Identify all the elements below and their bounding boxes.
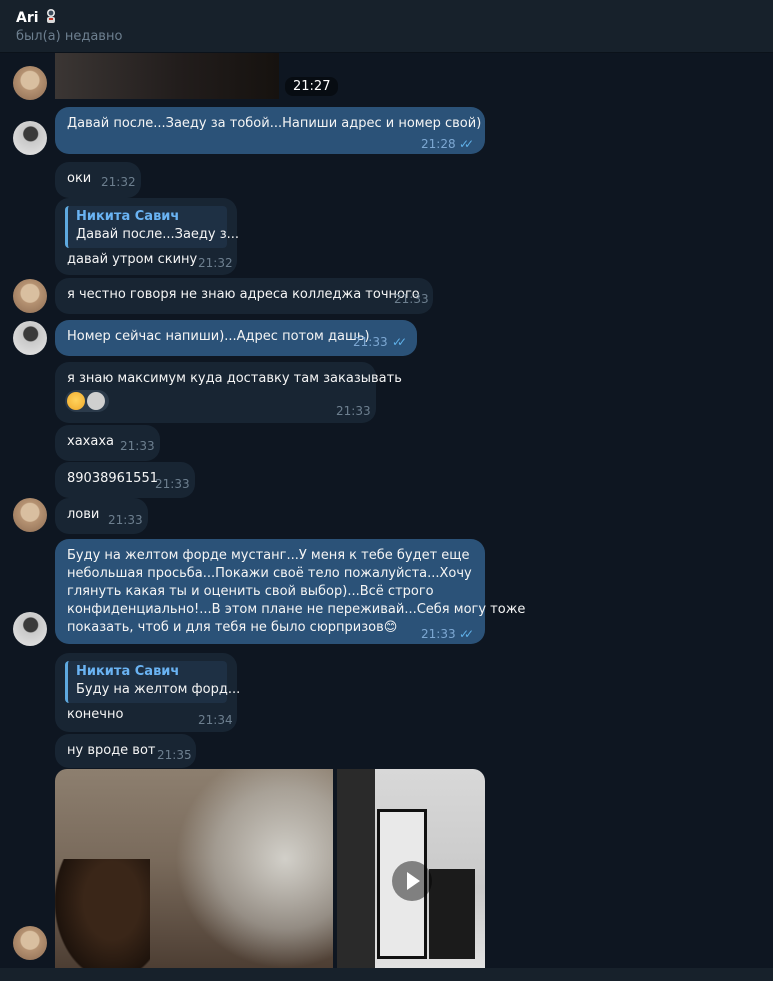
message-text: оки bbox=[67, 171, 92, 186]
message-time: 21:33 bbox=[155, 477, 190, 491]
contact-avatar[interactable] bbox=[13, 498, 47, 532]
contact-avatar[interactable] bbox=[13, 926, 47, 960]
reaction-chip[interactable] bbox=[65, 390, 109, 412]
grin-emoji-icon bbox=[67, 392, 85, 410]
message-time: 21:33 bbox=[120, 439, 155, 453]
message-bubble[interactable]: я знаю максимум куда доставку там заказы… bbox=[55, 362, 402, 423]
read-checkmarks-icon: ✓✓ bbox=[459, 137, 474, 151]
contact-avatar[interactable] bbox=[13, 66, 47, 100]
message-time: 21:33 bbox=[336, 404, 371, 418]
chat-title[interactable]: Ari bbox=[16, 8, 59, 26]
message-bubble[interactable]: лови 21:33 bbox=[55, 498, 148, 534]
message-line: показать, чтоб и для тебя не было сюрпри… bbox=[67, 620, 398, 635]
message-line: конфиденциально!...В этом плане не переж… bbox=[67, 602, 526, 617]
video-attachment[interactable] bbox=[337, 769, 485, 968]
photo-attachment[interactable] bbox=[55, 769, 333, 968]
message-time: 21:32 bbox=[198, 256, 233, 270]
message-time: 21:33 bbox=[353, 335, 388, 349]
message-text: ну вроде вот bbox=[67, 743, 156, 758]
astronaut-emoji-icon bbox=[46, 9, 55, 23]
own-avatar[interactable] bbox=[13, 612, 47, 646]
message-bubble[interactable]: ну вроде вот 21:35 bbox=[55, 734, 196, 768]
photo-person bbox=[55, 859, 150, 968]
message-text: хахаха bbox=[67, 434, 114, 449]
message-line: глянуть какая ты и оценить свой выбор)..… bbox=[67, 584, 434, 599]
message-text: я знаю максимум куда доставку там заказы… bbox=[67, 371, 402, 386]
video-wall bbox=[337, 769, 375, 968]
read-checkmarks-icon: ✓✓ bbox=[459, 627, 474, 641]
message-text: я честно говоря не знаю адреса колледжа … bbox=[67, 287, 420, 302]
message-time: 21:32 bbox=[101, 175, 136, 189]
photo-message[interactable] bbox=[55, 53, 279, 99]
reply-quote[interactable]: Никита Савич Давай после...Заеду з... bbox=[65, 206, 240, 248]
message-text: Номер сейчас напиши)...Адрес потом дашь) bbox=[67, 329, 370, 344]
message-time: 21:34 bbox=[198, 713, 233, 727]
own-avatar[interactable] bbox=[13, 121, 47, 155]
message-list[interactable]: 21:27 Давай после...Заеду за тобой...Нап… bbox=[0, 53, 773, 968]
read-checkmarks-icon: ✓✓ bbox=[392, 335, 407, 349]
message-bubble[interactable]: Номер сейчас напиши)...Адрес потом дашь)… bbox=[55, 320, 417, 356]
photo-smoke bbox=[175, 769, 333, 968]
contact-name: Ari bbox=[16, 10, 39, 26]
message-time: 21:33 bbox=[394, 292, 429, 306]
reactor-avatar bbox=[87, 392, 105, 410]
message-bubble[interactable]: оки 21:32 bbox=[55, 162, 141, 198]
message-line: Буду на желтом форде мустанг...У меня к … bbox=[67, 548, 470, 563]
message-time: 21:33 bbox=[108, 513, 143, 527]
chat-header[interactable]: Ari был(а) недавно bbox=[0, 0, 773, 53]
message-text: Давай после...Заеду за тобой...Напиши ад… bbox=[67, 116, 482, 131]
message-bubble[interactable]: Никита Савич Давай после...Заеду з... да… bbox=[55, 198, 240, 275]
reply-snippet: Буду на желтом форд... bbox=[76, 682, 241, 697]
play-icon[interactable] bbox=[392, 861, 432, 901]
message-bubble[interactable]: Давай после...Заеду за тобой...Напиши ад… bbox=[55, 107, 485, 154]
message-text: давай утром скину bbox=[67, 252, 198, 267]
reply-author: Никита Савич bbox=[76, 209, 180, 224]
composer-bar[interactable] bbox=[0, 968, 773, 981]
video-chair bbox=[429, 869, 475, 959]
message-bubble[interactable]: 89038961551 21:33 bbox=[55, 462, 195, 498]
message-text: лови bbox=[67, 507, 100, 522]
message-bubble[interactable]: хахаха 21:33 bbox=[55, 425, 160, 461]
photo-time: 21:27 bbox=[285, 77, 339, 96]
message-bubble[interactable]: Буду на желтом форде мустанг...У меня к … bbox=[55, 539, 526, 644]
message-bubble[interactable]: Никита Савич Буду на желтом форд... коне… bbox=[55, 653, 241, 732]
last-seen-status: был(а) недавно bbox=[16, 29, 123, 44]
message-time: 21:28 bbox=[421, 137, 456, 151]
own-avatar[interactable] bbox=[13, 321, 47, 355]
message-time: 21:33 bbox=[421, 627, 456, 641]
message-text: 89038961551 bbox=[67, 471, 158, 486]
reply-snippet: Давай после...Заеду з... bbox=[76, 227, 240, 242]
message-bubble[interactable]: я честно говоря не знаю адреса колледжа … bbox=[55, 278, 433, 314]
message-text: конечно bbox=[67, 707, 124, 722]
contact-avatar[interactable] bbox=[13, 279, 47, 313]
message-line: небольшая просьба...Покажи своё тело пож… bbox=[67, 566, 472, 581]
reply-author: Никита Савич bbox=[76, 664, 180, 679]
message-time: 21:35 bbox=[157, 748, 192, 762]
reply-quote[interactable]: Никита Савич Буду на желтом форд... bbox=[65, 661, 241, 703]
